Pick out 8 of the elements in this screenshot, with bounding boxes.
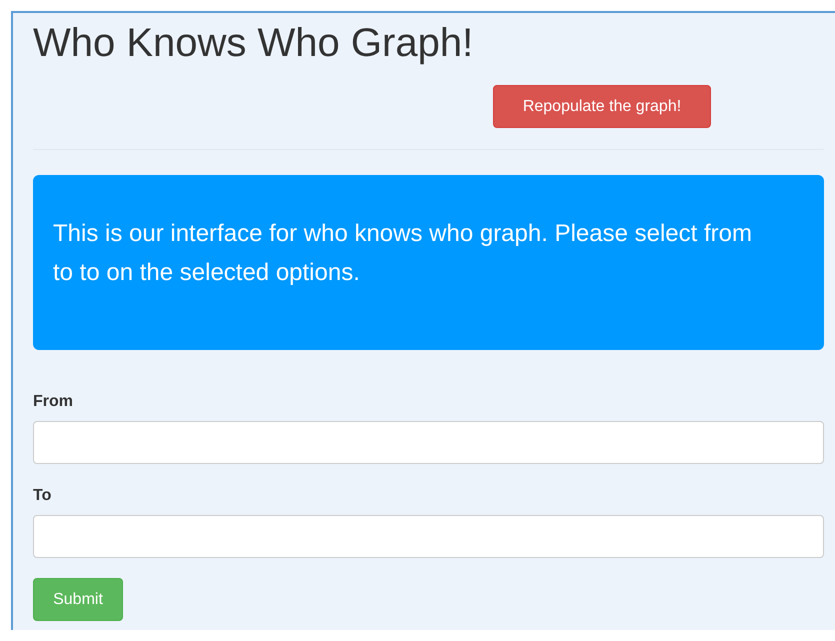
repopulate-button[interactable]: Repopulate the graph! <box>493 85 711 128</box>
intro-text: This is our interface for who knows who graph. Please select from to to on the selected options. <box>53 219 753 288</box>
field-label: To <box>33 487 52 505</box>
page-title: Who Knows Who Graph! <box>33 20 474 67</box>
input-field[interactable] <box>33 515 824 558</box>
submit-button[interactable]: Submit <box>33 578 123 621</box>
field-label: From <box>33 393 73 411</box>
input-field[interactable] <box>33 421 824 464</box>
